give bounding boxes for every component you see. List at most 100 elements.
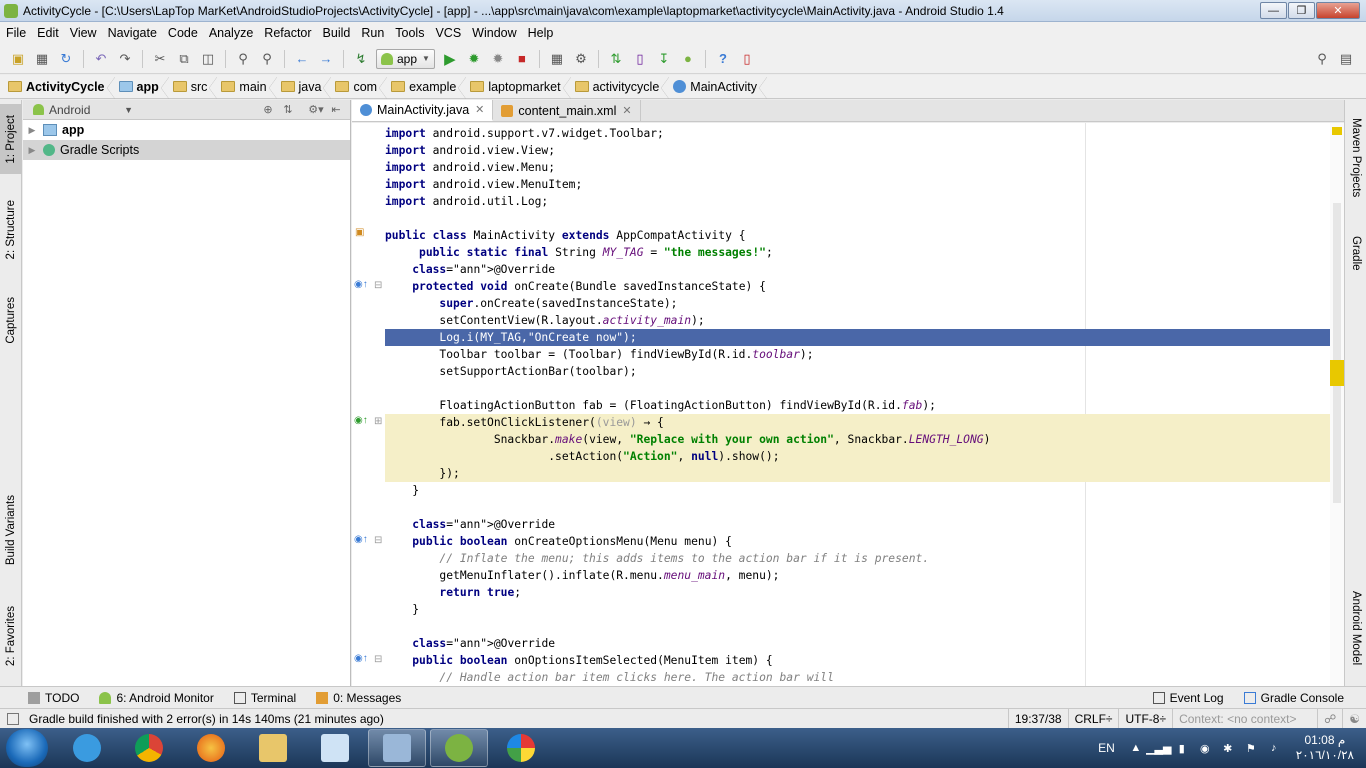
paste-icon[interactable]: ◫ (200, 51, 216, 67)
menu-edit[interactable]: Edit (33, 26, 63, 40)
code-line[interactable]: import android.view.Menu; (385, 159, 1335, 176)
gear-icon[interactable]: ⚙▾ (308, 103, 324, 116)
status-message[interactable]: Gradle build finished with 2 error(s) in… (29, 712, 1008, 726)
scroll-from-source-icon[interactable]: ⊕ (260, 103, 276, 116)
context-indicator[interactable]: Context: <no context> (1172, 708, 1317, 729)
forward-icon[interactable]: → (318, 51, 334, 67)
code-line[interactable] (385, 618, 1335, 635)
taskbar-internet-explorer[interactable] (58, 729, 116, 767)
expand-arrow-icon[interactable]: ▶ (23, 145, 41, 156)
close-icon[interactable]: ✕ (622, 104, 631, 117)
breadcrumb-laptopmarket[interactable]: laptopmarket (470, 76, 571, 99)
code-line[interactable]: getMenuInflater().inflate(R.menu.menu_ma… (385, 567, 1335, 584)
collapse-all-icon[interactable]: ⇅ (280, 103, 296, 116)
code-line[interactable]: class="ann">@Override (385, 635, 1335, 652)
redo-icon[interactable]: ↷ (117, 51, 133, 67)
code-line[interactable]: super.onCreate(savedInstanceState); (385, 295, 1335, 312)
undo-icon[interactable]: ↶ (93, 51, 109, 67)
save-icon[interactable]: ▦ (34, 51, 50, 67)
code-editor[interactable]: ▣ ◉↑ ⊟ ◉↑ ⊞ ◉↑ ⊟ ◉↑ ⊟ import android.sup… (352, 123, 1344, 686)
taskbar-explorer[interactable] (244, 729, 302, 767)
code-line[interactable]: .setAction("Action", null).show(); (385, 448, 1335, 465)
close-button[interactable]: ✕ (1316, 2, 1360, 19)
code-line[interactable]: setSupportActionBar(toolbar); (385, 363, 1335, 380)
breadcrumb-com[interactable]: com (335, 76, 387, 99)
taskbar-android-studio[interactable] (430, 729, 488, 767)
taskbar-firefox[interactable] (182, 729, 240, 767)
sync-gradle-icon[interactable]: ⇅ (608, 51, 624, 67)
action-center-icon[interactable]: ⚑ (1244, 741, 1258, 755)
tab-project[interactable]: 1: Project (0, 104, 22, 174)
fold-icon[interactable]: ⊟ (374, 280, 382, 291)
network-icon[interactable]: ◉ (1198, 741, 1212, 755)
override-marker-icon[interactable]: ◉↑ (354, 279, 368, 290)
code-line[interactable]: Toolbar toolbar = (Toolbar) findViewById… (385, 346, 1335, 363)
menu-navigate[interactable]: Navigate (104, 26, 161, 40)
back-icon[interactable]: ← (294, 51, 310, 67)
volume-icon[interactable]: ♪ (1267, 741, 1281, 755)
taskbar-control-panel[interactable] (368, 729, 426, 767)
breadcrumb-example[interactable]: example (391, 76, 467, 99)
line-separator[interactable]: CRLF÷ (1067, 708, 1119, 729)
code-line[interactable]: fab.setOnClickListener((view) → { (385, 414, 1335, 431)
code-line[interactable]: class="ann">@Override (385, 516, 1335, 533)
stop-icon[interactable]: ■ (514, 51, 530, 67)
taskbar-chrome[interactable] (120, 729, 178, 767)
clock[interactable]: 01:08 م ٢٠١٦/١٠/٢٨ (1296, 733, 1354, 763)
minimize-button[interactable]: — (1260, 2, 1287, 19)
tree-item-app[interactable]: ▶ app (23, 120, 350, 140)
breadcrumb-app[interactable]: app (118, 76, 169, 99)
implements-marker-icon[interactable]: ◉↑ (354, 415, 368, 426)
code-line[interactable]: // Inflate the menu; this adds items to … (385, 550, 1335, 567)
tree-item-gradle-scripts[interactable]: ▶ Gradle Scripts (23, 140, 350, 160)
taskbar-notepad[interactable] (306, 729, 364, 767)
scroll-thumb[interactable] (1333, 203, 1341, 503)
file-encoding[interactable]: UTF-8÷ (1118, 708, 1172, 729)
caret-position[interactable]: 19:37/38 (1007, 708, 1068, 729)
class-marker-icon[interactable]: ▣ (355, 227, 364, 238)
lock-icon[interactable]: ☍ (1317, 708, 1342, 729)
code-line[interactable]: setContentView(R.layout.activity_main); (385, 312, 1335, 329)
menu-tools[interactable]: Tools (391, 26, 428, 40)
menu-code[interactable]: Code (164, 26, 202, 40)
code-line[interactable]: FloatingActionButton fab = (FloatingActi… (385, 397, 1335, 414)
breadcrumb-main[interactable]: main (221, 76, 277, 99)
menu-build[interactable]: Build (319, 26, 355, 40)
help-icon[interactable]: ? (715, 51, 731, 67)
tool-messages[interactable]: 0: Messages (306, 691, 411, 705)
code-line[interactable] (385, 499, 1335, 516)
debug-icon[interactable]: ✹ (466, 51, 482, 67)
analysis-status-icon[interactable] (1332, 127, 1342, 135)
code-line[interactable] (385, 380, 1335, 397)
language-indicator[interactable]: EN (1098, 741, 1115, 755)
breadcrumb-mainactivity[interactable]: MainActivity (673, 76, 767, 99)
make-project-icon[interactable]: ↯ (353, 51, 369, 67)
project-structure-icon[interactable]: ▦ (549, 51, 565, 67)
menu-file[interactable]: File (2, 26, 30, 40)
fold-icon[interactable]: ⊟ (374, 535, 382, 546)
run-icon[interactable]: ▶ (442, 51, 458, 68)
code-line[interactable]: import android.support.v7.widget.Toolbar… (385, 125, 1335, 142)
tab-structure[interactable]: 2: Structure (0, 188, 22, 272)
tab-captures[interactable]: Captures (0, 284, 22, 356)
code-line[interactable] (385, 210, 1335, 227)
tool-windows-toggle-icon[interactable] (7, 712, 19, 725)
tab-android-model[interactable]: Android Model (1345, 576, 1366, 680)
menu-vcs[interactable]: VCS (431, 26, 465, 40)
tool-event-log[interactable]: Event Log (1143, 691, 1234, 705)
android-device-monitor-icon[interactable]: ● (680, 51, 696, 67)
menu-run[interactable]: Run (357, 26, 388, 40)
sync-icon[interactable]: ↻ (58, 51, 74, 67)
event-log-icon[interactable]: ▤ (1338, 51, 1354, 67)
signal-icon[interactable]: ▁▃▅ (1146, 741, 1171, 755)
code-line[interactable]: }); (385, 465, 1335, 482)
show-hidden-icons-icon[interactable]: ▲ (1129, 741, 1143, 755)
menu-help[interactable]: Help (524, 26, 558, 40)
tab-content-main-xml[interactable]: content_main.xml ✕ (493, 100, 641, 121)
tab-gradle[interactable]: Gradle (1345, 226, 1366, 280)
code-line[interactable]: Snackbar.make(view, "Replace with your o… (385, 431, 1335, 448)
tool-android-monitor[interactable]: 6: Android Monitor (89, 691, 223, 705)
tab-maven-projects[interactable]: Maven Projects (1345, 108, 1366, 208)
code-line[interactable]: return true; (385, 584, 1335, 601)
menu-view[interactable]: View (66, 26, 101, 40)
